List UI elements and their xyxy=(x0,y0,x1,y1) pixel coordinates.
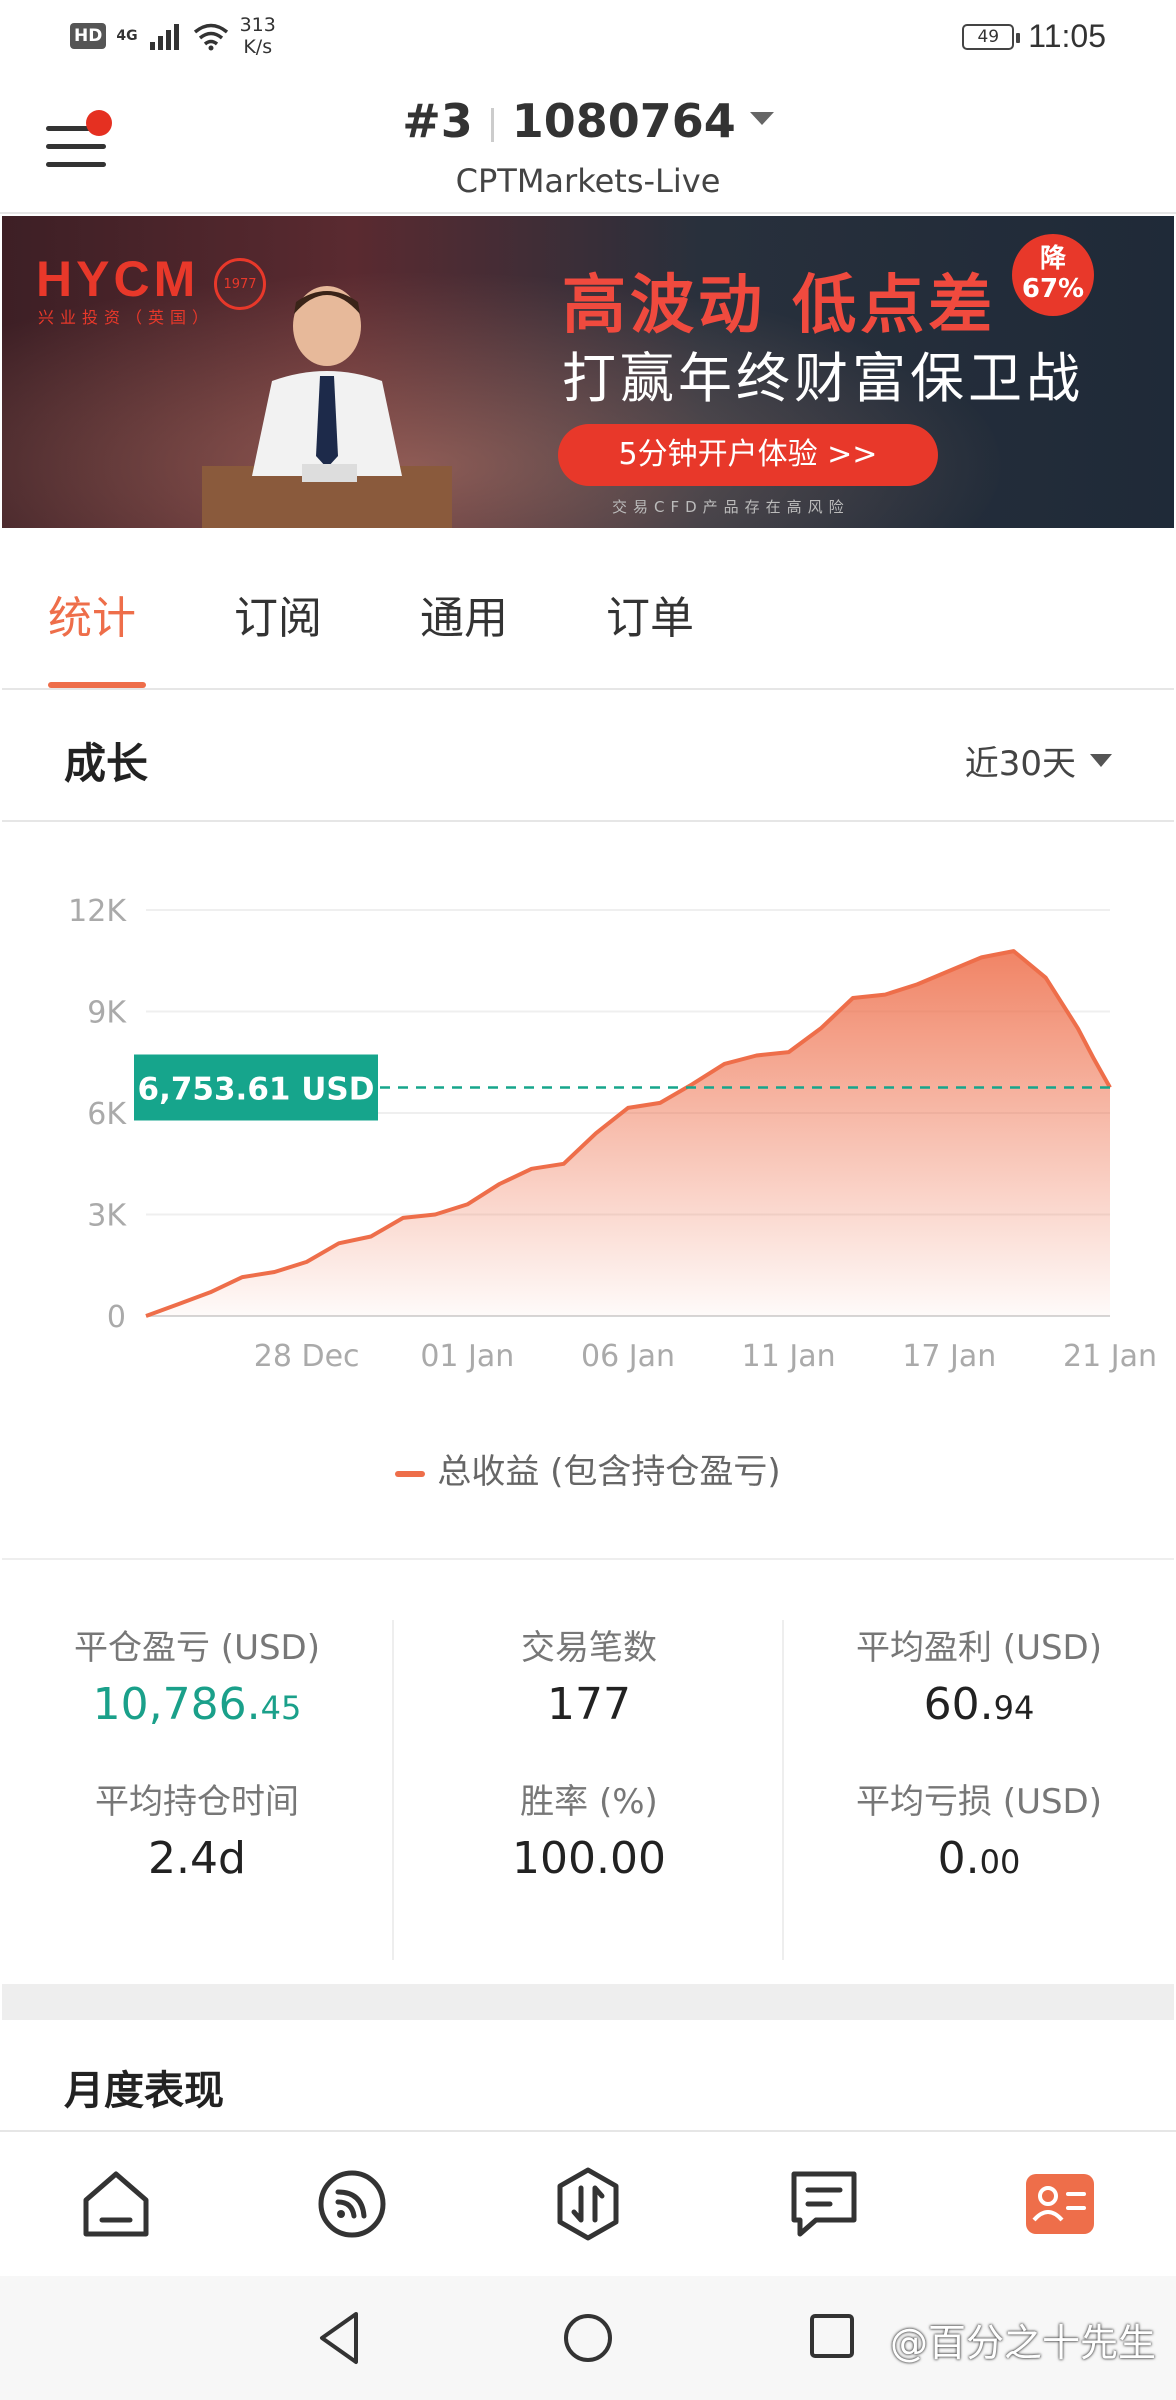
discount-badge: 降 67% xyxy=(1012,234,1094,316)
avg-loss-dec: 00 xyxy=(979,1843,1021,1881)
stats-column-2: 交易笔数 177 胜率 (%) 100.00 xyxy=(392,1620,782,1960)
hd-indicator: HD xyxy=(70,23,107,49)
avg-profit-int: 60. xyxy=(923,1679,994,1730)
recents-icon[interactable] xyxy=(808,2312,856,2360)
back-icon[interactable] xyxy=(316,2310,364,2366)
risk-note: 交易CFD产品存在高风险 xyxy=(612,498,850,516)
avg-hold-value: 2.4d xyxy=(148,1833,246,1884)
section-tabs: 统计 订阅 通用 订单 xyxy=(2,530,1174,690)
avg-profit-label: 平均盈利 (USD) xyxy=(856,1628,1102,1668)
signal-icon xyxy=(149,24,179,50)
banner-logo-sub: 兴业投资（英国） xyxy=(38,308,215,327)
status-right: 49 11:05 xyxy=(962,18,1106,55)
avg-profit-value: 60.94 xyxy=(784,1679,1174,1730)
bottom-navigation xyxy=(0,2130,1176,2276)
watermark: @百分之十先生 xyxy=(889,2321,1156,2365)
profile-card-icon[interactable] xyxy=(1022,2166,1098,2242)
section-divider xyxy=(2,1984,1174,2020)
broker-server: CPTMarkets-Live xyxy=(455,162,721,200)
stats-column-3: 平均盈利 (USD) 60.94 平均亏损 (USD) 0.00 xyxy=(782,1620,1172,1960)
y-tick-label: 6K xyxy=(87,1097,127,1132)
chart-legend: 总收益 (包含持仓盈亏) xyxy=(2,1444,1174,1493)
closed-pl-value: 10,786.45 xyxy=(2,1679,392,1730)
avg-hold-stat: 平均持仓时间 2.4d xyxy=(2,1774,392,1884)
growth-title: 成长 xyxy=(64,739,149,788)
y-tick-label: 9K xyxy=(87,996,127,1031)
y-tick-label: 3K xyxy=(87,1199,127,1234)
win-rate-value: 100.00 xyxy=(512,1833,666,1884)
x-tick-label: 11 Jan xyxy=(742,1339,836,1374)
clock: 11:05 xyxy=(1028,18,1106,54)
banner-headline: 高波动 低点差 xyxy=(562,269,997,343)
system-navigation-bar: @百分之十先生 xyxy=(0,2276,1176,2400)
x-tick-label: 17 Jan xyxy=(902,1339,996,1374)
tab-subscribe[interactable]: 订阅 xyxy=(234,582,322,646)
avg-loss-stat: 平均亏损 (USD) 0.00 xyxy=(784,1774,1174,1884)
avg-loss-value: 0.00 xyxy=(784,1833,1174,1884)
promo-banner[interactable]: HYCM 兴业投资（英国） 1977 高波动 低点差 打赢年终财富保卫战 降 6… xyxy=(2,216,1174,528)
current-value-label: 6,753.61 USD xyxy=(138,1072,375,1108)
monthly-performance-section: 月度表现 xyxy=(2,2020,1174,2130)
x-tick-label: 06 Jan xyxy=(581,1339,675,1374)
win-rate-stat: 胜率 (%) 100.00 xyxy=(394,1774,784,1884)
network-type: 4G xyxy=(116,28,138,44)
y-tick-label: 0 xyxy=(107,1300,126,1335)
x-tick-label: 28 Dec xyxy=(254,1339,360,1374)
tab-orders[interactable]: 订单 xyxy=(606,582,694,646)
closed-pl-stat: 平仓盈亏 (USD) 10,786.45 xyxy=(2,1620,392,1730)
home-icon[interactable] xyxy=(78,2166,154,2242)
win-rate-label: 胜率 (%) xyxy=(520,1782,658,1822)
growth-chart: 6,753.61 USD 12K 9K 6K 3K 0 28 Dec 01 Jan 06 J… xyxy=(2,824,1174,1560)
trade-icon[interactable] xyxy=(550,2166,626,2242)
speed-unit: K/s xyxy=(243,36,273,58)
x-tick-label: 01 Jan xyxy=(420,1339,514,1374)
stats-column-1: 平仓盈亏 (USD) 10,786.45 平均持仓时间 2.4d xyxy=(2,1620,392,1960)
network-speed: 313 K/s xyxy=(240,14,276,58)
growth-header: 成长 近30天 xyxy=(2,692,1174,822)
tab-general[interactable]: 通用 xyxy=(420,582,508,646)
trades-value: 177 xyxy=(547,1679,631,1730)
time-range-dropdown[interactable]: 近30天 xyxy=(965,736,1112,785)
wifi-icon xyxy=(193,23,228,51)
feed-icon[interactable] xyxy=(314,2166,390,2242)
dropdown-caret-icon xyxy=(749,112,774,125)
stats-panel: 平仓盈亏 (USD) 10,786.45 平均持仓时间 2.4d 交易笔数 17… xyxy=(2,1562,1174,1982)
avg-profit-stat: 平均盈利 (USD) 60.94 xyxy=(784,1620,1174,1730)
closed-pl-dec: 45 xyxy=(260,1689,302,1727)
x-tick-label: 21 Jan xyxy=(1063,1339,1157,1374)
speed-value: 313 xyxy=(239,14,276,36)
avg-loss-label: 平均亏损 (USD) xyxy=(856,1782,1102,1822)
account-rank: #3 xyxy=(402,94,473,148)
legend-label: 总收益 (包含持仓盈亏) xyxy=(437,1452,781,1492)
y-tick-label: 12K xyxy=(68,894,127,929)
chevron-down-icon xyxy=(1090,754,1112,767)
avg-profit-dec: 94 xyxy=(993,1689,1035,1727)
badge-line2: 67% xyxy=(1021,274,1085,304)
avg-loss-int: 0. xyxy=(937,1833,980,1884)
trades-stat: 交易笔数 177 xyxy=(394,1620,784,1730)
banner-subheadline: 打赢年终财富保卫战 xyxy=(562,347,1084,410)
banner-logo: HYCM xyxy=(36,251,200,307)
closed-pl-label: 平仓盈亏 (USD) xyxy=(74,1628,320,1668)
trades-label: 交易笔数 xyxy=(521,1628,657,1668)
tab-statistics[interactable]: 统计 xyxy=(48,582,136,646)
closed-pl-int: 10,786. xyxy=(92,1679,261,1730)
status-left: HD 4G 313 K/s xyxy=(70,14,276,58)
account-selector[interactable]: #3 1080764 xyxy=(0,94,1176,148)
badge-line1: 降 xyxy=(1039,244,1066,274)
app-header: #3 1080764 CPTMarkets-Live xyxy=(0,72,1176,214)
message-icon[interactable] xyxy=(786,2166,862,2242)
status-bar: HD 4G 313 K/s 49 11:05 xyxy=(0,0,1176,72)
growth-area-fill xyxy=(146,951,1110,1316)
home-circle-icon[interactable] xyxy=(562,2312,614,2364)
time-range-value: 近30天 xyxy=(964,744,1076,784)
monthly-performance-title: 月度表现 xyxy=(64,2068,224,2114)
account-number: 1080764 xyxy=(511,94,736,148)
avg-hold-label: 平均持仓时间 xyxy=(95,1782,299,1822)
active-tab-indicator xyxy=(48,682,146,688)
battery-icon: 49 xyxy=(962,23,1021,50)
legend-swatch xyxy=(395,1470,426,1477)
businessman-illustration xyxy=(202,286,452,528)
open-account-button[interactable]: 5分钟开户体验 >> xyxy=(558,424,938,486)
